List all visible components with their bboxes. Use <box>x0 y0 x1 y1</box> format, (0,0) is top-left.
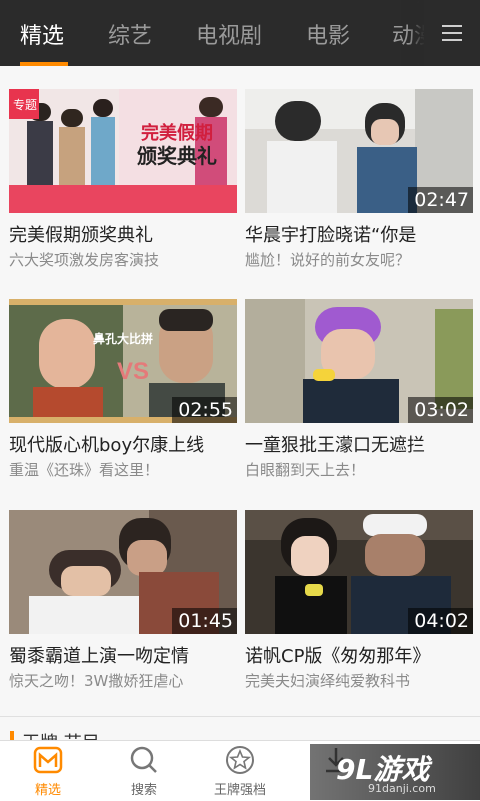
video-feed: 完美假期 颁奖典礼 专题 完美假期颁奖典礼 六大奖项激发房客演技 02:47 华… <box>0 66 480 740</box>
video-thumbnail[interactable]: 02:47 <box>245 89 473 213</box>
video-card[interactable]: 04:02 诺帆CP版《匆匆那年》 完美夫妇演绎纯爱教科书 <box>245 510 473 700</box>
video-subtitle: 完美夫妇演绎纯爱教科书 <box>245 672 411 690</box>
top-tab-bar: 精选 综艺 电视剧 电影 动漫 <box>0 0 480 66</box>
search-icon <box>130 746 157 773</box>
video-title[interactable]: 诺帆CP版《匆匆那年》 <box>245 642 480 668</box>
nav-label: 精选 <box>34 783 61 798</box>
video-thumbnail[interactable]: VS 鼻孔大比拼 02:55 <box>9 299 237 423</box>
video-subtitle: 尴尬！说好的前女友呢？ <box>245 251 411 269</box>
video-subtitle: 惊天之吻！3W撒娇狂虐心 <box>9 672 184 690</box>
section-accent-bar <box>10 731 14 740</box>
video-subtitle: 重温《还珠》看这里！ <box>9 461 160 479</box>
poster-title-2: 颁奖典礼 <box>137 144 217 168</box>
video-title[interactable]: 完美假期颁奖典礼 <box>9 221 249 247</box>
tab-featured[interactable]: 精选 <box>20 18 64 50</box>
nav-label: 搜索 <box>130 783 157 798</box>
nav-featured[interactable]: 精选 <box>0 741 96 801</box>
video-duration: 02:47 <box>408 187 473 213</box>
video-title[interactable]: 蜀黍霸道上演一吻定情 <box>9 642 249 668</box>
special-badge: 专题 <box>13 97 37 112</box>
tab-variety[interactable]: 综艺 <box>108 18 152 50</box>
video-card[interactable]: 02:47 华晨宇打脸晓诺“你是 尴尬！说好的前女友呢？ <box>245 89 473 279</box>
video-title[interactable]: 一童狠批王濛口无遮拦 <box>245 431 480 457</box>
video-card[interactable]: 完美假期 颁奖典礼 专题 完美假期颁奖典礼 六大奖项激发房客演技 <box>9 89 237 279</box>
video-thumbnail[interactable]: 01:45 <box>9 510 237 634</box>
featured-icon <box>33 746 63 774</box>
video-subtitle: 白眼翻到天上去！ <box>245 461 366 479</box>
section-title: 王牌 节目 <box>22 729 100 740</box>
site-watermark: 9L游戏 91danji.com <box>310 744 480 800</box>
watermark-url: 91danji.com <box>368 782 436 795</box>
video-thumbnail[interactable]: 04:02 <box>245 510 473 634</box>
video-card[interactable]: 03:02 一童狠批王濛口无遮拦 白眼翻到天上去！ <box>245 299 473 489</box>
video-duration: 04:02 <box>408 608 473 634</box>
vs-caption: 鼻孔大比拼 <box>93 331 153 346</box>
video-subtitle: 六大奖项激发房客演技 <box>9 251 160 269</box>
video-title[interactable]: 华晨宇打脸晓诺“你是 <box>245 221 480 247</box>
video-duration: 03:02 <box>408 397 473 423</box>
tab-movies[interactable]: 电影 <box>306 18 350 50</box>
video-title[interactable]: 现代版心机boy尔康上线 <box>9 431 249 457</box>
tab-tv-series[interactable]: 电视剧 <box>196 18 262 50</box>
poster-image: 完美假期 颁奖典礼 专题 <box>9 89 237 213</box>
video-thumbnail[interactable]: 完美假期 颁奖典礼 专题 <box>9 89 237 213</box>
next-section-header: 王牌 节目 <box>0 716 480 740</box>
video-card[interactable]: VS 鼻孔大比拼 02:55 现代版心机boy尔康上线 重温《还珠》看这里！ <box>9 299 237 489</box>
nav-label: 王牌强档 <box>213 783 266 798</box>
tab-menu-button[interactable] <box>424 0 480 66</box>
vs-label: VS <box>117 358 149 385</box>
poster-title-1: 完美假期 <box>141 122 213 143</box>
menu-icon <box>442 25 462 41</box>
nav-search[interactable]: 搜索 <box>96 741 192 801</box>
video-duration: 02:55 <box>172 397 237 423</box>
video-duration: 01:45 <box>172 608 237 634</box>
video-card[interactable]: 01:45 蜀黍霸道上演一吻定情 惊天之吻！3W撒娇狂虐心 <box>9 510 237 700</box>
video-thumbnail[interactable]: 03:02 <box>245 299 473 423</box>
star-icon <box>226 746 254 774</box>
nav-top-shows[interactable]: 王牌强档 <box>192 741 288 801</box>
